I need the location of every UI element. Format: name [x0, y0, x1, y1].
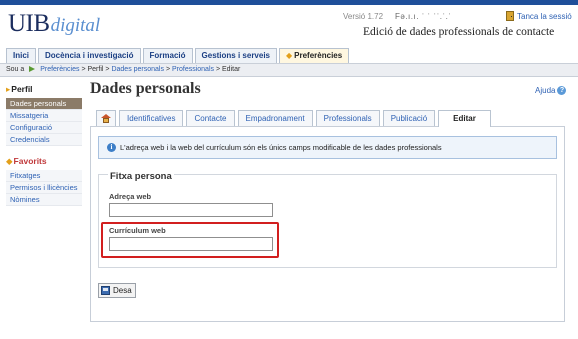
- sidebar-heading-perfil-label: Perfil: [11, 84, 33, 94]
- sub-tabs: Identificatives Contacte Empadronament P…: [96, 110, 491, 127]
- save-label: Desa: [113, 286, 132, 295]
- logout-label: Tanca la sessió: [517, 11, 572, 21]
- sidebar: ▸Perfil Dades personals Missatgeria Conf…: [6, 84, 82, 206]
- version-label: Versió 1.72: [343, 12, 384, 21]
- star-icon: ◆: [286, 51, 293, 60]
- tab-identificatives[interactable]: Identificatives: [119, 110, 184, 126]
- breadcrumb-separator: >: [215, 66, 221, 73]
- main-tab-preferencies[interactable]: ◆ Preferències: [279, 48, 350, 63]
- page-title: Dades personals: [90, 80, 201, 97]
- floppy-disk-icon: [101, 286, 110, 295]
- sidebar-item-credencials[interactable]: Credencials: [6, 134, 82, 146]
- tab-home[interactable]: [96, 110, 116, 126]
- star-icon: ◆: [6, 156, 13, 166]
- home-icon: [101, 114, 111, 123]
- breadcrumb-preferencies[interactable]: Preferències: [40, 66, 79, 73]
- app-title: Edició de dades professionals de contact…: [363, 26, 555, 38]
- web-address-label: Adreça web: [109, 192, 152, 201]
- logo-sub-text: digital: [50, 15, 101, 36]
- breadcrumb-separator: >: [81, 66, 86, 73]
- logo-main-text: UIB: [8, 10, 50, 37]
- top-accent-bar: [0, 0, 578, 5]
- username-label: Fə.ı.ı. ˈ ˈ ˈˈ.ˈ.ˈ: [395, 12, 452, 21]
- tab-empadronament[interactable]: Empadronament: [237, 110, 313, 126]
- help-icon: ?: [557, 86, 567, 95]
- sidebar-item-dades-personals[interactable]: Dades personals: [6, 98, 82, 110]
- main-tab-gestions[interactable]: Gestions i serveis: [194, 48, 277, 63]
- breadcrumb-separator: >: [165, 66, 171, 73]
- sidebar-item-fitxatges[interactable]: Fitxatges: [6, 170, 82, 182]
- tab-contacte[interactable]: Contacte: [186, 110, 235, 126]
- breadcrumb: Sou a Preferències > Perfil > Dades pers…: [0, 63, 578, 77]
- tab-publicacio[interactable]: Publicació: [382, 110, 436, 126]
- breadcrumb-separator: >: [105, 66, 110, 73]
- sidebar-item-nomines[interactable]: Nòmines: [6, 194, 82, 206]
- tab-professionals[interactable]: Professionals: [315, 110, 380, 126]
- info-icon: i: [107, 143, 116, 152]
- breadcrumb-editar: Editar: [222, 66, 241, 73]
- main-tab-preferencies-label: Preferències: [294, 51, 343, 60]
- sidebar-item-permisos[interactable]: Permisos i llicències: [6, 182, 82, 194]
- uib-digital-logo[interactable]: UIB digital: [8, 10, 100, 40]
- save-button[interactable]: Desa: [98, 283, 136, 298]
- door-icon: [506, 11, 514, 21]
- sidebar-heading-favorits-label: Favorits: [13, 156, 47, 166]
- web-address-input[interactable]: [109, 203, 273, 217]
- logout-link[interactable]: Tanca la sessió: [506, 11, 572, 21]
- tab-editar[interactable]: Editar: [438, 110, 491, 127]
- breadcrumb-professionals[interactable]: Professionals: [172, 66, 214, 73]
- breadcrumb-perfil: Perfil: [87, 66, 104, 73]
- sidebar-heading-favorits: ◆Favorits: [6, 156, 82, 167]
- sidebar-item-missatgeria[interactable]: Missatgeria: [6, 110, 82, 122]
- breadcrumb-dades-personals[interactable]: Dades personals: [111, 66, 164, 73]
- arrow-right-icon: [29, 66, 36, 73]
- bullet-icon: ▸: [6, 84, 11, 94]
- sidebar-heading-perfil: ▸Perfil: [6, 84, 82, 95]
- sidebar-item-configuracio[interactable]: Configuració: [6, 122, 82, 134]
- help-link[interactable]: Ajuda ?: [535, 86, 567, 95]
- main-tab-formacio[interactable]: Formació: [142, 48, 193, 63]
- cv-web-input[interactable]: [109, 237, 273, 251]
- info-message: i L'adreça web i la web del currículum s…: [98, 136, 557, 159]
- main-tab-docencia[interactable]: Docència i investigació: [38, 48, 141, 63]
- form-legend: Fitxa persona: [108, 171, 174, 182]
- main-nav: Inici Docència i investigació Formació G…: [6, 48, 350, 63]
- info-text: L'adreça web i la web del currículum són…: [120, 143, 442, 152]
- help-label: Ajuda: [535, 86, 556, 95]
- cv-web-label: Currículum web: [109, 226, 166, 235]
- main-tab-inici[interactable]: Inici: [6, 48, 37, 63]
- breadcrumb-prefix: Sou a: [6, 66, 25, 73]
